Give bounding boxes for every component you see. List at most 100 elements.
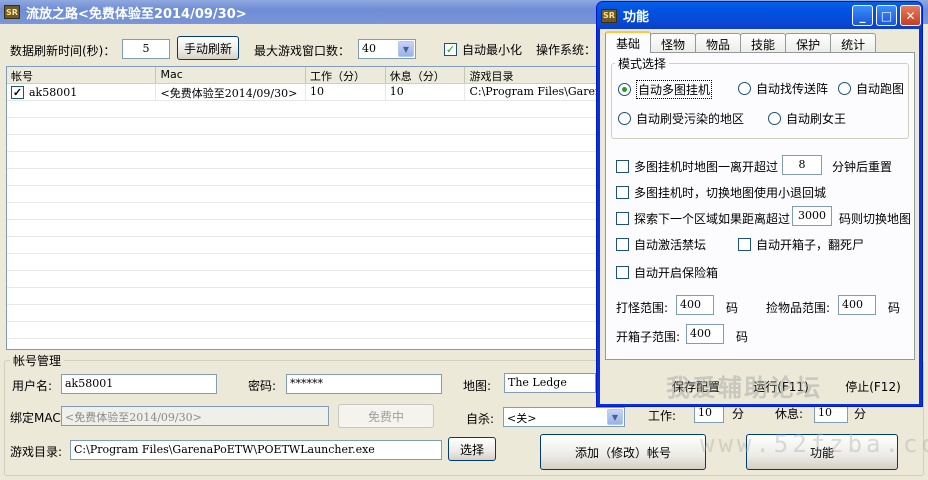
fight-range-input[interactable]: 400: [676, 295, 714, 315]
map-input[interactable]: The Ledge: [504, 373, 596, 393]
account-grid[interactable]: 帐号 Mac 工作（分） 休息（分） 游戏目录 ✓ ak58001 <免费体验至…: [6, 66, 606, 350]
opt-small-exit-checkbox[interactable]: 多图挂机时，切换地图使用小退回城: [616, 184, 826, 201]
chest-range-label: 开箱子范围:: [616, 330, 681, 344]
cell-game-dir: C:\Program Files\GarenaPo: [465, 84, 605, 100]
cell-account[interactable]: ✓ ak58001: [7, 84, 157, 100]
pickup-range-input[interactable]: 400: [838, 295, 876, 315]
cell-work: 10: [306, 84, 386, 100]
empty-row: [7, 271, 605, 288]
refresh-interval-input[interactable]: 5: [122, 39, 170, 59]
mode-radio-run[interactable]: 自动跑图: [838, 80, 904, 97]
header-work[interactable]: 工作（分）: [306, 67, 386, 83]
minimize-icon[interactable]: _: [852, 5, 873, 26]
radio-icon: [738, 82, 751, 95]
app-icon: SR: [4, 5, 20, 19]
row-checkbox-icon[interactable]: ✓: [11, 85, 24, 99]
tab-basic[interactable]: 基础: [605, 31, 652, 53]
chest-range-input[interactable]: 400: [686, 324, 724, 344]
max-windows-select[interactable]: 40 ▼: [358, 39, 416, 59]
mode-run-label: 自动跑图: [856, 82, 905, 96]
header-game-dir[interactable]: 游戏目录: [465, 67, 605, 83]
password-input[interactable]: ******: [286, 374, 442, 394]
empty-row: [7, 101, 605, 118]
radio-icon: [768, 112, 781, 125]
tab-monster[interactable]: 怪物: [650, 33, 697, 53]
empty-row: [7, 203, 605, 220]
pickup-range-unit: 码: [888, 301, 901, 315]
mode-radio-queen[interactable]: 自动刷女王: [768, 110, 846, 127]
game-dir-input[interactable]: C:\Program Files\GarenaPoETW\POETWLaunch…: [70, 440, 442, 460]
manual-refresh-button[interactable]: 手动刷新: [177, 36, 239, 60]
tab-items[interactable]: 物品: [695, 33, 742, 53]
grid-header: 帐号 Mac 工作（分） 休息（分） 游戏目录: [7, 67, 605, 84]
watermark-url: www.52fzba.com: [700, 430, 928, 458]
radio-icon: [618, 112, 631, 125]
suicide-value: <关>: [507, 412, 537, 425]
chest-range-unit: 码: [736, 330, 749, 344]
opt-distance-checkbox[interactable]: 探索下一个区域如果距离超过: [616, 210, 790, 227]
tab-protect[interactable]: 保护: [785, 33, 832, 53]
mode-multimap-label: 自动多图挂机: [636, 80, 713, 99]
maximize-icon[interactable]: □: [876, 5, 897, 26]
account-group-label: 帐号管理: [10, 352, 65, 369]
table-row[interactable]: ✓ ak58001 <免费体验至2014/09/30> 10 10 C:\Pro…: [7, 84, 605, 101]
work-label: 工作:: [648, 409, 677, 423]
username-input[interactable]: ak58001: [61, 374, 217, 394]
choose-dir-button[interactable]: 选择: [448, 437, 496, 461]
function-dialog[interactable]: SR 功能 _ □ ✕ 基础 怪物 物品 技能 保护 统计 模式选择 自动多图挂…: [596, 1, 923, 407]
work-unit: 分: [732, 407, 745, 421]
opt-distance-input[interactable]: 3000: [792, 206, 832, 226]
password-label: 密码:: [248, 379, 277, 393]
os-label: 操作系统：: [536, 43, 597, 57]
dialog-body: 基础 怪物 物品 技能 保护 统计 模式选择 自动多图挂机 自动找传送阵 自动跑…: [600, 29, 919, 404]
empty-row: [7, 322, 605, 339]
opt-reset-suffix: 分钟后重置: [832, 160, 893, 174]
radio-icon: [838, 82, 851, 95]
fight-range-label: 打怪范围:: [616, 301, 669, 315]
auto-minimize-checkbox[interactable]: ✓ 自动最小化: [444, 41, 522, 58]
opt-safe-checkbox[interactable]: 自动开启保险箱: [616, 264, 718, 281]
stop-button[interactable]: 停止(F12): [832, 372, 914, 400]
suicide-label: 自杀:: [466, 412, 495, 426]
opt-shrine-checkbox[interactable]: 自动激活禁坛: [616, 236, 706, 253]
checkbox-icon: [616, 212, 629, 225]
checkbox-icon: [616, 266, 629, 279]
chevron-down-icon: ▼: [398, 41, 414, 57]
mode-radio-multimap[interactable]: 自动多图挂机: [618, 80, 713, 99]
opt-chest-corpse-label: 自动开箱子，翻死尸: [756, 238, 865, 252]
opt-reset-checkbox[interactable]: 多图挂机时地图一离开超过: [616, 158, 778, 175]
chevron-down-icon: ▼: [607, 409, 623, 425]
dialog-titlebar[interactable]: SR 功能 _ □ ✕: [597, 2, 922, 29]
close-icon[interactable]: ✕: [900, 5, 921, 26]
checkbox-icon: [616, 238, 629, 251]
add-account-button[interactable]: 添加（修改）帐号: [540, 434, 706, 470]
opt-chest-corpse-checkbox[interactable]: 自动开箱子，翻死尸: [738, 236, 864, 253]
opt-shrine-label: 自动激活禁坛: [634, 238, 707, 252]
opt-small-exit-label: 多图挂机时，切换地图使用小退回城: [634, 186, 827, 200]
header-rest[interactable]: 休息（分）: [386, 67, 466, 83]
suicide-select[interactable]: <关> ▼: [503, 407, 625, 427]
mode-radio-polluted[interactable]: 自动刷受污染的地区: [618, 110, 744, 127]
mode-group-label: 模式选择: [615, 55, 670, 72]
mode-radio-portal[interactable]: 自动找传送阵: [738, 80, 828, 97]
bind-mac-input[interactable]: <免费体验至2014/09/30>: [61, 406, 329, 426]
max-windows-value: 40: [362, 42, 376, 55]
empty-row: [7, 118, 605, 135]
header-mac[interactable]: Mac: [156, 67, 306, 83]
main-title: 流放之路<免费体验至2014/09/30>: [26, 6, 247, 22]
mode-group-box: [611, 63, 909, 139]
mode-portal-label: 自动找传送阵: [756, 82, 829, 96]
opt-reset-minutes-input[interactable]: 8: [782, 155, 822, 175]
username-label: 用户名:: [12, 379, 53, 393]
radio-selected-icon: [618, 83, 631, 96]
mode-queen-label: 自动刷女王: [786, 112, 847, 126]
opt-distance-label: 探索下一个区域如果距离超过: [634, 212, 791, 226]
fight-range-unit: 码: [726, 301, 739, 315]
tab-skills[interactable]: 技能: [740, 33, 787, 53]
empty-row: [7, 220, 605, 237]
cell-account-text: ak58001: [29, 85, 78, 99]
header-account[interactable]: 帐号: [7, 67, 157, 83]
tab-stats[interactable]: 统计: [830, 33, 877, 53]
free-trial-button[interactable]: 免费中: [338, 404, 434, 428]
empty-row: [7, 305, 605, 322]
